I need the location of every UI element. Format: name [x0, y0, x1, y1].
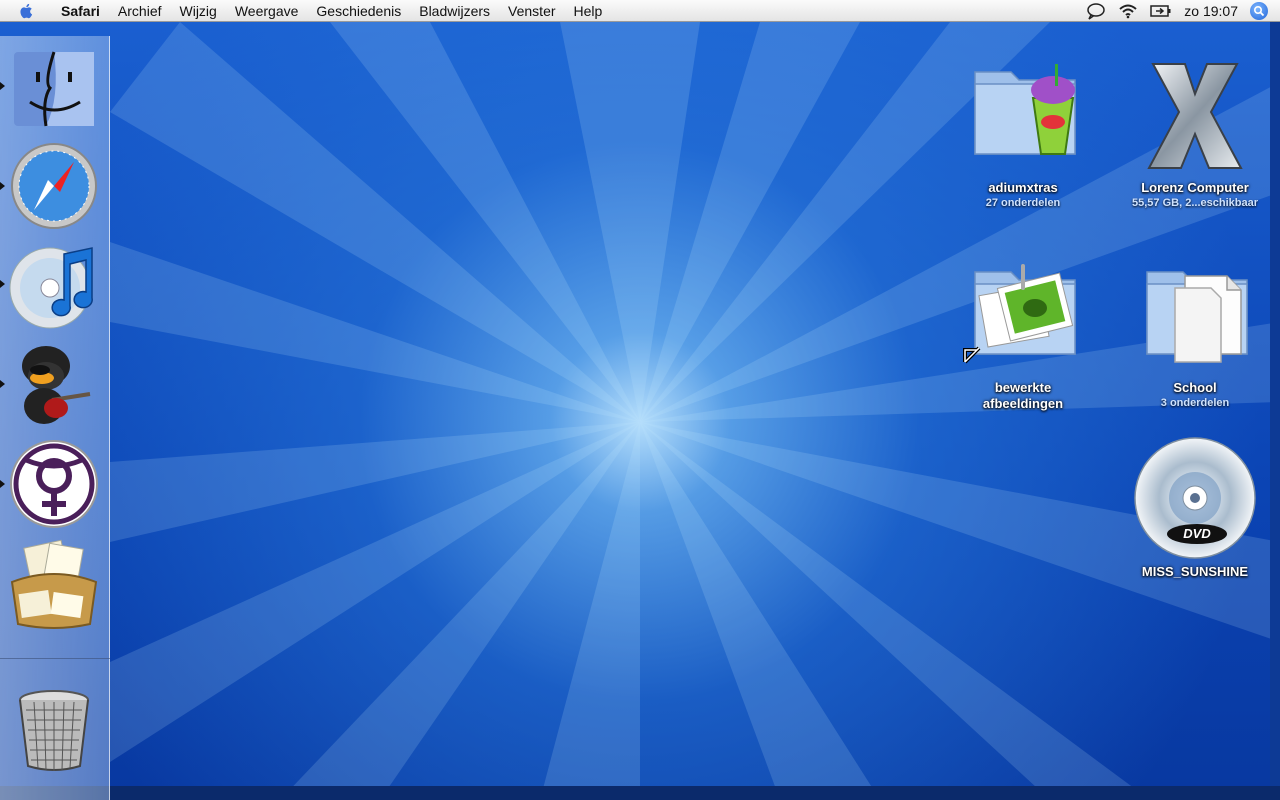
dvd-disc-icon: DVD — [1134, 437, 1256, 559]
menu-venster[interactable]: Venster — [499, 0, 564, 22]
dock-item-mail[interactable] — [6, 536, 102, 632]
window-edge — [1270, 22, 1280, 800]
menu-bladwijzers[interactable]: Bladwijzers — [410, 0, 499, 22]
bottom-strip — [0, 786, 1280, 800]
itunes-icon — [9, 247, 93, 329]
icon-label-line2: afbeeldingen — [982, 396, 1064, 411]
battery-icon[interactable] — [1150, 4, 1172, 18]
running-indicator — [0, 82, 5, 90]
venus-symbol-icon — [10, 440, 98, 528]
desktop-icon-dvd[interactable]: DVD MISS_SUNSHINE — [1120, 434, 1270, 580]
dock-item-finder[interactable] — [0, 38, 102, 134]
menu-app-name[interactable]: Safari — [52, 0, 109, 22]
desktop-icon-school[interactable]: School 3 onderdelen — [1120, 250, 1270, 410]
dock — [0, 36, 110, 800]
desktop-icon-bewerkte-afbeeldingen[interactable]: bewerkte afbeeldingen — [948, 250, 1098, 412]
running-indicator — [0, 280, 5, 288]
menu-weergave[interactable]: Weergave — [226, 0, 308, 22]
menu-archief[interactable]: Archief — [109, 0, 171, 22]
dock-separator — [0, 658, 110, 659]
adium-duck-icon — [22, 346, 91, 424]
menu-clock[interactable]: zo 19:07 — [1184, 3, 1238, 19]
running-indicator — [0, 380, 5, 388]
running-indicator — [0, 182, 5, 190]
mail-bag-icon — [10, 539, 98, 629]
running-indicator — [0, 480, 5, 488]
icon-sublabel: 27 onderdelen — [985, 197, 1061, 209]
pictures-folder-alias-icon — [963, 264, 1076, 364]
menu-extras: zo 19:07 — [1086, 0, 1280, 22]
desktop-icon-adiumxtras[interactable]: adiumxtras 27 onderdelen — [948, 50, 1098, 210]
icon-label: MISS_SUNSHINE — [1141, 564, 1249, 579]
menu-bar: Safari Archief Wijzig Weergave Geschiede… — [0, 0, 1280, 22]
wifi-icon[interactable] — [1118, 3, 1138, 19]
icon-sublabel: 3 onderdelen — [1160, 397, 1230, 409]
dock-item-trash[interactable] — [6, 680, 102, 776]
dock-item-itunes[interactable] — [0, 236, 102, 332]
apple-menu-icon[interactable] — [18, 2, 36, 20]
ichat-status-icon[interactable] — [1086, 2, 1106, 20]
svg-text:DVD: DVD — [1183, 526, 1211, 541]
icon-label: School — [1173, 380, 1217, 395]
desktop[interactable]: adiumxtras 27 onderdelen Lorenz Computer… — [0, 22, 1280, 800]
menu-wijzig[interactable]: Wijzig — [171, 0, 226, 22]
icon-label: Lorenz Computer — [1141, 180, 1249, 195]
finder-icon — [14, 51, 94, 127]
folder-slurpee-icon — [974, 64, 1076, 155]
dock-item-venus-app[interactable] — [0, 436, 102, 532]
dock-item-safari[interactable] — [0, 138, 102, 234]
icon-label: adiumxtras — [988, 180, 1058, 195]
menu-geschiedenis[interactable]: Geschiedenis — [307, 0, 410, 22]
spotlight-icon[interactable] — [1250, 1, 1268, 20]
desktop-icon-hard-drive[interactable]: Lorenz Computer 55,57 GB, 2...eschikbaar — [1120, 50, 1270, 210]
folder-document-icon — [1146, 271, 1248, 363]
icon-label: bewerkte — [994, 380, 1052, 395]
icon-sublabel: 55,57 GB, 2...eschikbaar — [1132, 197, 1258, 209]
menu-help[interactable]: Help — [565, 0, 612, 22]
mac-os-x-icon — [1147, 63, 1243, 169]
trash-icon — [19, 690, 89, 771]
safari-icon — [11, 143, 97, 229]
dock-item-adium[interactable] — [0, 336, 102, 432]
